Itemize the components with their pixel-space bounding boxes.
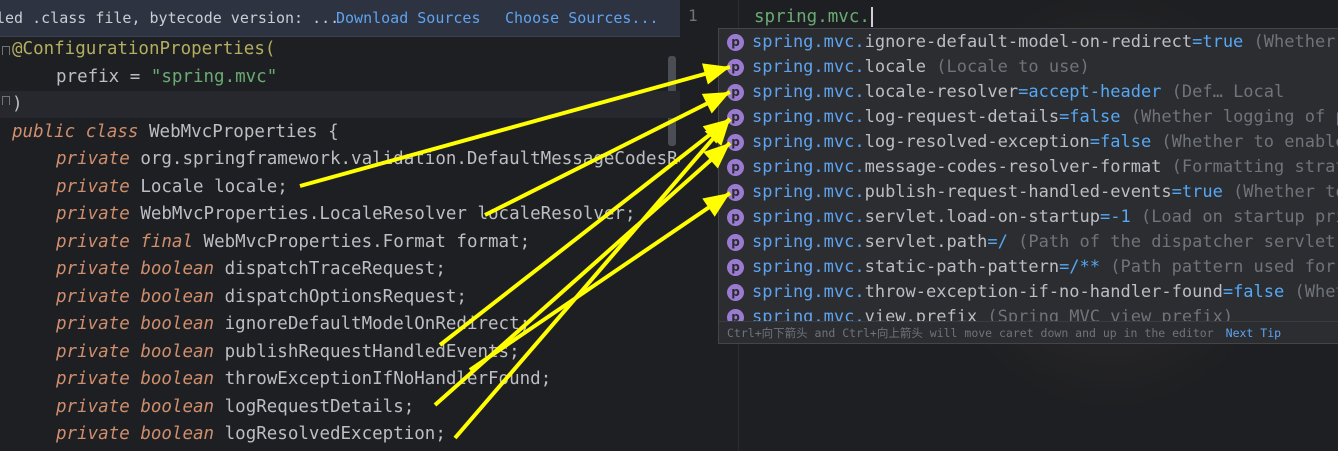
code-completion-popup[interactable]: p spring.mvc.ignore-default-model-on-redi… bbox=[718, 28, 1338, 344]
completion-hint: (Whether to publish a ServletRequestHand… bbox=[1233, 182, 1338, 202]
code-line: private WebMvcProperties.LocaleResolver … bbox=[56, 204, 636, 224]
completion-name: static-path-pattern bbox=[864, 257, 1060, 277]
next-tip-link[interactable]: Next Tip bbox=[1226, 326, 1281, 340]
fold-marker-icon[interactable] bbox=[2, 96, 10, 105]
completion-prefix: spring.mvc. bbox=[752, 157, 865, 177]
completion-hint: (Whether to enable warn logging bbox=[1161, 132, 1338, 152]
property-icon: p bbox=[727, 134, 744, 151]
completion-prefix: spring.mvc. bbox=[752, 182, 865, 202]
download-sources-link[interactable]: Download Sources bbox=[336, 0, 481, 36]
completion-item[interactable]: p spring.mvc.ignore-default-model-on-redi… bbox=[719, 30, 1338, 55]
completion-value: =false bbox=[1059, 107, 1121, 127]
property-icon: p bbox=[727, 284, 744, 301]
text-caret bbox=[870, 7, 873, 27]
code-line: private org.springframework.validation.D… bbox=[56, 149, 680, 169]
completion-prefix: spring.mvc. bbox=[752, 257, 865, 277]
completion-value: =-1 bbox=[1100, 207, 1131, 227]
property-icon: p bbox=[727, 59, 744, 76]
completion-item[interactable]: p spring.mvc.servlet.path=/ (Path of the … bbox=[719, 230, 1338, 255]
completion-name: locale bbox=[864, 57, 927, 77]
code-line: private boolean logResolvedException; bbox=[56, 424, 446, 444]
completion-hint: (Formatting strategy for message codes bbox=[1171, 157, 1338, 177]
code-line: private boolean logRequestDetails; bbox=[56, 397, 415, 417]
choose-sources-link[interactable]: Choose Sources... bbox=[505, 0, 659, 36]
code-line: @ConfigurationProperties( bbox=[12, 39, 276, 59]
completion-hint: (Path pattern used for static resources bbox=[1110, 257, 1338, 277]
code-line: private Locale locale; bbox=[56, 177, 288, 197]
property-icon: p bbox=[727, 234, 744, 251]
completion-item[interactable]: p spring.mvc.static-path-pattern=/** (Pat… bbox=[719, 255, 1338, 280]
completion-hint: (Path of the dispatcher servlet bbox=[1007, 232, 1336, 252]
code-line: private final WebMvcProperties.Format fo… bbox=[56, 232, 531, 252]
completion-value: =/ bbox=[987, 232, 1008, 252]
decompiled-source-editor[interactable]: led .class file, bytecode version: ... D… bbox=[0, 0, 680, 451]
code-line: private boolean ignoreDefaultModelOnRedi… bbox=[56, 314, 531, 334]
completion-value: =/** bbox=[1059, 257, 1101, 277]
completion-name: log-request-details bbox=[864, 107, 1060, 127]
completion-prefix: spring.mvc. bbox=[752, 82, 865, 102]
completion-name: publish-request-handled-events bbox=[864, 182, 1172, 202]
code-line: prefix = "spring.mvc" bbox=[56, 67, 278, 87]
completion-name: locale-resolver bbox=[864, 82, 1019, 102]
footer-hint-text: Ctrl+向下箭头 and Ctrl+向上箭头 will move caret … bbox=[727, 326, 1214, 340]
property-icon: p bbox=[727, 34, 744, 51]
code-line: private boolean dispatchOptionsRequest; bbox=[56, 287, 467, 307]
completion-hint: (Whether logging of potentially sensitiv… bbox=[1130, 107, 1338, 127]
decompiled-banner: led .class file, bytecode version: ... D… bbox=[0, 0, 680, 37]
completion-name: log-resolved-exception bbox=[864, 132, 1090, 152]
completion-hint: (Locale to use) bbox=[926, 57, 1090, 77]
completion-value: =false bbox=[1222, 282, 1285, 302]
property-icon: p bbox=[727, 209, 744, 226]
code-line: ) bbox=[12, 94, 23, 114]
completion-name: servlet.load-on-startup bbox=[864, 207, 1100, 227]
completion-prefix: spring.mvc. bbox=[752, 32, 865, 52]
completion-value: =true bbox=[1192, 32, 1244, 52]
completion-value: =false bbox=[1089, 132, 1152, 152]
completion-name: servlet.path bbox=[864, 232, 988, 252]
code-line: private boolean throwExceptionIfNoHandle… bbox=[56, 369, 552, 389]
fold-marker-icon[interactable] bbox=[2, 46, 10, 55]
completion-item[interactable]: p spring.mvc.throw-exception-if-no-handle… bbox=[719, 280, 1338, 305]
code-line: public class WebMvcProperties { bbox=[12, 122, 339, 142]
completion-prefix: spring.mvc. bbox=[752, 232, 865, 252]
completion-name: message-codes-resolver-format bbox=[864, 157, 1162, 177]
completion-item[interactable]: p spring.mvc.message-codes-resolver-forma… bbox=[719, 155, 1338, 180]
current-line-highlight bbox=[0, 91, 680, 118]
completion-prefix: spring.mvc. bbox=[752, 207, 865, 227]
completion-name: throw-exception-if-no-handler-found bbox=[864, 282, 1223, 302]
completion-prefix: spring.mvc. bbox=[752, 57, 865, 77]
completion-item[interactable]: p spring.mvc.publish-request-handled-even… bbox=[719, 180, 1338, 205]
property-icon: p bbox=[727, 159, 744, 176]
completion-hint: (Def… Local bbox=[1161, 82, 1285, 102]
completion-prefix: spring.mvc. bbox=[752, 132, 865, 152]
completion-footer: Ctrl+向下箭头 and Ctrl+向上箭头 will move caret … bbox=[719, 321, 1338, 343]
code-line: private boolean publishRequestHandledEve… bbox=[56, 342, 520, 362]
banner-text: led .class file, bytecode version: ... bbox=[0, 9, 340, 27]
property-icon: p bbox=[727, 109, 744, 126]
line-number: 1 bbox=[688, 6, 698, 25]
completion-value: =true bbox=[1171, 182, 1223, 202]
completion-name: ignore-default-model-on-redirect bbox=[864, 32, 1193, 52]
completion-item[interactable]: p spring.mvc.log-request-details=false (W… bbox=[719, 105, 1338, 130]
completion-prefix: spring.mvc. bbox=[752, 282, 865, 302]
code-line: private boolean dispatchTraceRequest; bbox=[56, 259, 446, 279]
completion-value: =accept-header bbox=[1018, 82, 1162, 102]
property-icon: p bbox=[727, 259, 744, 276]
property-icon: p bbox=[727, 184, 744, 201]
typed-property-text[interactable]: spring.mvc. bbox=[754, 4, 875, 30]
completion-hint: (Load on startup priority of the dispatc… bbox=[1140, 207, 1338, 227]
property-icon: p bbox=[727, 84, 744, 101]
completion-item[interactable]: p spring.mvc.locale-resolver=accept-heade… bbox=[719, 80, 1338, 105]
completion-prefix: spring.mvc. bbox=[752, 107, 865, 127]
completion-hint: (Whether the content of the default mode… bbox=[1253, 32, 1338, 52]
completion-item[interactable]: p spring.mvc.servlet.load-on-startup=-1 (… bbox=[719, 205, 1338, 230]
completion-item[interactable]: p spring.mvc.locale (Locale to use) bbox=[719, 55, 1338, 80]
completion-hint: (Whether a NoHandlerFoundException bbox=[1294, 282, 1338, 302]
completion-item[interactable]: p spring.mvc.log-resolved-exception=false… bbox=[719, 130, 1338, 155]
